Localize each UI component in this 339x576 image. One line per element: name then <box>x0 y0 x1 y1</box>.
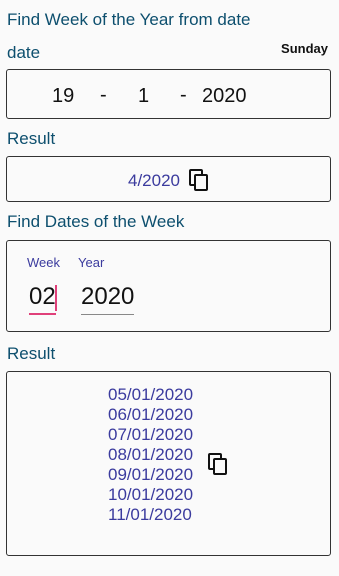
list-item: 08/01/2020 <box>108 445 194 464</box>
copy-icon[interactable] <box>188 168 210 192</box>
day-field[interactable]: 19 <box>52 85 74 108</box>
dates-of-week-title: Find Dates of the Week <box>7 212 185 231</box>
list-item: 07/01/2020 <box>108 425 194 444</box>
list-item: 09/01/2020 <box>108 465 194 484</box>
first-day-label[interactable]: Sunday <box>281 41 328 56</box>
week-result-box: 4/2020 <box>6 156 331 202</box>
week-of-year-title: Find Week of the Year from date <box>7 10 251 29</box>
week-input[interactable]: 02 <box>29 283 57 315</box>
year-input[interactable]: 2020 <box>81 283 134 315</box>
week-input-value: 02 <box>29 283 56 310</box>
copy-icon[interactable] <box>207 452 229 476</box>
dates-list: 05/01/2020 06/01/2020 07/01/2020 08/01/2… <box>108 385 193 525</box>
list-item: 06/01/2020 <box>108 405 194 424</box>
date-separator: - <box>100 84 107 106</box>
date-separator: - <box>180 84 187 106</box>
date-label: date <box>7 43 41 62</box>
result-label: Result <box>7 129 56 148</box>
year-field[interactable]: 2020 <box>202 85 247 108</box>
month-field[interactable]: 1 <box>138 85 149 108</box>
dates-result-label: Result <box>7 344 56 363</box>
week-result-value: 4/2020 <box>128 171 180 190</box>
list-item: 11/01/2020 <box>108 505 192 524</box>
list-item: 05/01/2020 <box>108 385 194 404</box>
week-label: Week <box>27 255 60 270</box>
year-label: Year <box>78 255 105 270</box>
year-input-value: 2020 <box>81 283 135 310</box>
week-year-input-box: Week Year 02 2020 <box>6 240 331 332</box>
list-item: 10/01/2020 <box>108 485 194 504</box>
date-picker-box[interactable]: 19 - 1 - 2020 <box>6 69 331 119</box>
text-cursor <box>55 285 57 311</box>
